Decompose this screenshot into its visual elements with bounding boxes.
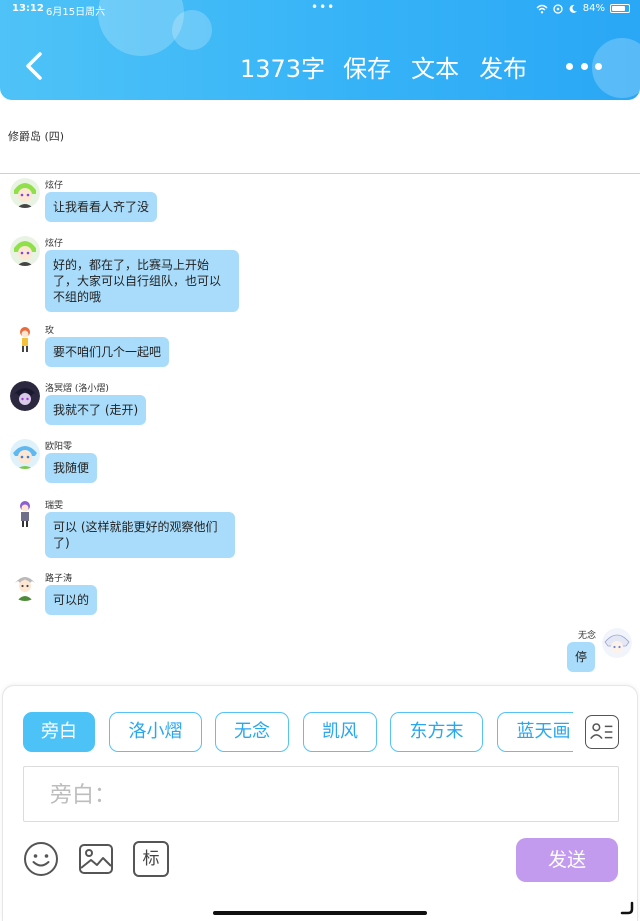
message-bubble[interactable]: 停 xyxy=(566,642,595,672)
role-chip[interactable]: 蓝天画 xyxy=(497,712,573,752)
message-bubble[interactable]: 让我看看人齐了没 xyxy=(45,192,158,222)
chat-message[interactable]: 炫仔 好的，都在了，比赛马上开始了，大家可以自行组队，也可以不组的哦 xyxy=(10,236,310,316)
status-right: 84% xyxy=(536,3,630,14)
sender-name: 无念 xyxy=(577,631,596,641)
chat-message-self[interactable]: 无念 停 xyxy=(432,628,632,678)
message-bubble[interactable]: 我就不了 (走开) xyxy=(45,395,147,425)
publish-button[interactable]: 发布 xyxy=(479,49,527,84)
sender-name: 瑞雯 xyxy=(45,501,64,511)
text-button[interactable]: 文本 xyxy=(411,49,459,84)
role-selector: 旁白 洛小熠 无念 凯风 东方末 蓝天画 xyxy=(23,712,573,754)
chat-message[interactable]: 欧阳零 我随便 xyxy=(10,439,310,489)
image-icon[interactable] xyxy=(78,841,114,877)
message-bubble[interactable]: 好的，都在了，比赛马上开始了，大家可以自行组队，也可以不组的哦 xyxy=(45,250,239,312)
mark-label: 标 xyxy=(142,849,160,869)
emoji-icon[interactable] xyxy=(23,841,59,877)
sender-name: 欧阳零 xyxy=(45,442,73,452)
avatar-mei[interactable] xyxy=(10,323,40,353)
moon-icon xyxy=(569,4,577,13)
avatar-wunian[interactable] xyxy=(602,628,632,658)
role-chip[interactable]: 旁白 xyxy=(23,712,95,752)
message-bubble[interactable]: 可以 (这样就能更好的观察他们了) xyxy=(45,512,235,558)
avatar-luzitao[interactable] xyxy=(10,571,40,601)
header-actions: 1373字 保存 文本 发布 xyxy=(240,46,547,86)
sender-name: 路子涛 xyxy=(45,574,73,584)
avatar-xuanzai[interactable] xyxy=(10,236,40,266)
chapter-title[interactable]: 修爵岛 (四) xyxy=(8,128,64,144)
status-bar: 13:12 6月15日周六 ••• 84% xyxy=(0,0,640,18)
avatar-xuanzai[interactable] xyxy=(10,178,40,208)
message-bubble[interactable]: 要不咱们几个一起吧 xyxy=(45,337,170,367)
battery-percent: 84% xyxy=(582,3,605,14)
send-button[interactable]: 发送 xyxy=(516,838,618,882)
status-time: 13:12 xyxy=(12,3,44,14)
message-bubble[interactable]: 我随便 xyxy=(45,453,98,483)
message-bubble[interactable]: 可以的 xyxy=(45,585,98,615)
role-chip[interactable]: 无念 xyxy=(215,712,289,752)
word-count: 1373字 xyxy=(240,54,326,83)
back-chevron-icon[interactable] xyxy=(18,46,52,86)
top-bar: 13:12 6月15日周六 ••• 84% 1373字 保存 文本 发布 xyxy=(0,0,640,100)
message-input[interactable]: 旁白： xyxy=(23,766,619,822)
multitask-dots-icon[interactable]: ••• xyxy=(311,0,335,14)
status-date: 6月15日周六 xyxy=(46,7,106,18)
role-chip[interactable]: 凯风 xyxy=(303,712,377,752)
role-list-icon[interactable] xyxy=(585,715,619,749)
home-indicator[interactable] xyxy=(213,911,427,915)
avatar-ouyangling[interactable] xyxy=(10,439,40,469)
mark-icon[interactable]: 标 xyxy=(133,841,169,877)
corner-resize-icon xyxy=(620,901,634,915)
sender-name: 炫仔 xyxy=(45,181,64,191)
chat-message[interactable]: 路子涛 可以的 xyxy=(10,571,310,621)
battery-fill xyxy=(612,6,626,11)
chat-message[interactable]: 炫仔 让我看看人齐了没 xyxy=(10,178,310,228)
chat-message[interactable]: 洛冥熠 (洛小熠) 我就不了 (走开) xyxy=(10,381,310,431)
chat-message[interactable]: 玫 要不咱们几个一起吧 xyxy=(10,323,310,373)
location-lock-icon xyxy=(553,3,563,14)
sender-name: 洛冥熠 (洛小熠) xyxy=(45,384,109,394)
role-chip[interactable]: 洛小熠 xyxy=(109,712,202,752)
wifi-icon xyxy=(536,4,548,13)
avatar-luomingyi[interactable] xyxy=(10,381,40,411)
sender-name: 玫 xyxy=(45,326,55,336)
sender-name: 炫仔 xyxy=(45,239,64,249)
more-options-icon[interactable] xyxy=(566,58,602,74)
save-button[interactable]: 保存 xyxy=(343,49,391,84)
avatar-ruiwen[interactable] xyxy=(10,498,40,528)
composer-panel: 旁白 洛小熠 无念 凯风 东方末 蓝天画 旁白： 标 发送 xyxy=(2,685,638,921)
battery-icon xyxy=(610,4,630,13)
chat-message[interactable]: 瑞雯 可以 (这样就能更好的观察他们了) xyxy=(10,498,310,562)
divider xyxy=(0,173,640,174)
role-chip[interactable]: 东方末 xyxy=(390,712,483,752)
